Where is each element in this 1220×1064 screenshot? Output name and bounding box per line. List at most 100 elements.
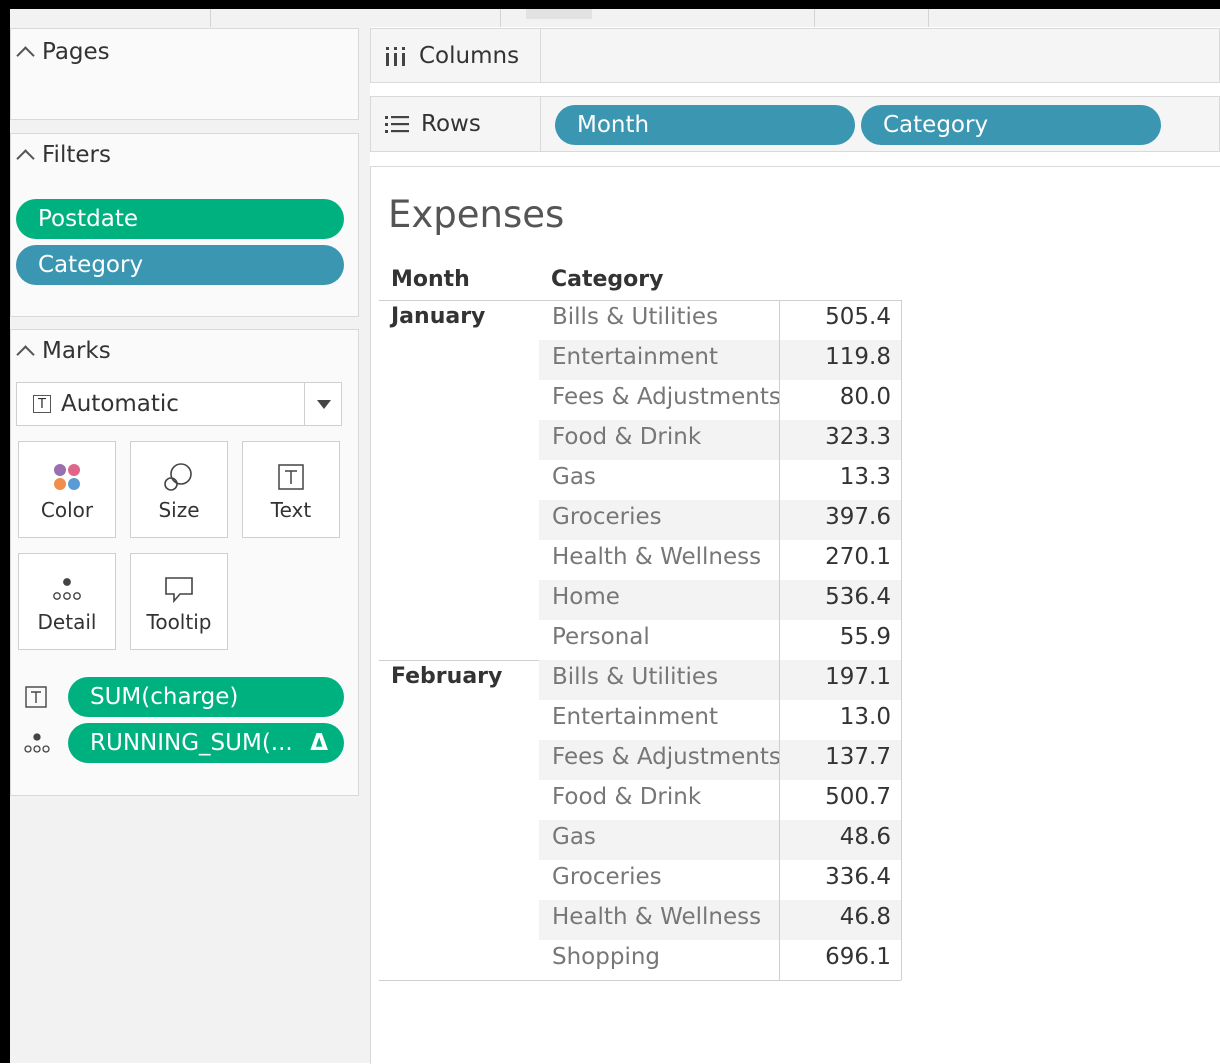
table-row[interactable]: Entertainment 13.0: [539, 700, 901, 740]
dropdown-arrow-icon[interactable]: [317, 399, 331, 409]
pages-title: Pages: [42, 39, 110, 65]
table-row[interactable]: Food & Drink 323.3: [539, 420, 901, 460]
category-cell[interactable]: Gas: [552, 464, 596, 490]
filters-title: Filters: [42, 142, 111, 168]
value-cell[interactable]: 80.0: [840, 384, 891, 410]
table-row[interactable]: Health & Wellness 270.1: [539, 540, 901, 580]
category-cell[interactable]: Fees & Adjustments: [552, 744, 781, 770]
value-cell[interactable]: 13.3: [840, 464, 891, 490]
table-row[interactable]: Groceries 336.4: [539, 860, 901, 900]
value-cell[interactable]: 323.3: [825, 424, 891, 450]
group-divider: [379, 980, 901, 981]
collapse-caret-icon[interactable]: [16, 345, 35, 364]
marks-header[interactable]: Marks: [16, 338, 111, 364]
view-canvas: Expenses Month Category January Bills & U…: [370, 166, 1220, 1064]
value-cell[interactable]: 119.8: [825, 344, 891, 370]
left-pane: Pages Filters Postdate Category Marks: [10, 27, 370, 1063]
detail-icon: [50, 570, 84, 608]
category-cell[interactable]: Gas: [552, 824, 596, 850]
columns-shelf-label: Columns: [371, 29, 541, 82]
value-cell[interactable]: 46.8: [840, 904, 891, 930]
pages-card: Pages: [10, 28, 359, 120]
tooltip-label: Tooltip: [146, 610, 212, 634]
table-row[interactable]: Health & Wellness 46.8: [539, 900, 901, 940]
value-cell[interactable]: 336.4: [825, 864, 891, 890]
text-label: Text: [270, 498, 312, 522]
value-cell[interactable]: 55.9: [840, 624, 891, 650]
color-button[interactable]: Color: [18, 441, 116, 538]
detail-button[interactable]: Detail: [18, 553, 116, 650]
category-cell[interactable]: Entertainment: [552, 704, 718, 730]
table-row[interactable]: Gas 13.3: [539, 460, 901, 500]
value-cell[interactable]: 696.1: [825, 944, 891, 970]
table-row[interactable]: Entertainment 119.8: [539, 340, 901, 380]
pill-label: Category: [883, 112, 989, 138]
rows-pill-month[interactable]: Month: [555, 105, 855, 145]
mark-field-label: SUM(charge): [90, 684, 239, 710]
value-cell[interactable]: 137.7: [825, 744, 891, 770]
table-row[interactable]: Groceries 397.6: [539, 500, 901, 540]
mark-field-sum-charge[interactable]: SUM(charge): [68, 677, 344, 717]
window-frame-top: [0, 0, 1220, 9]
category-cell[interactable]: Health & Wellness: [552, 544, 761, 570]
mark-type-dropdown[interactable]: T Automatic: [16, 382, 342, 426]
category-column-header[interactable]: Category: [551, 267, 663, 292]
value-cell[interactable]: 500.7: [825, 784, 891, 810]
size-button[interactable]: Size: [130, 441, 228, 538]
category-cell[interactable]: Food & Drink: [552, 784, 701, 810]
category-cell[interactable]: Fees & Adjustments: [552, 384, 781, 410]
columns-shelf[interactable]: Columns: [370, 28, 1220, 83]
category-cell[interactable]: Bills & Utilities: [552, 664, 718, 690]
rows-pill-category[interactable]: Category: [861, 105, 1161, 145]
table-calc-delta-icon: Δ: [310, 730, 328, 756]
filter-pill-postdate[interactable]: Postdate: [16, 199, 344, 239]
category-cell[interactable]: Bills & Utilities: [552, 304, 718, 330]
collapse-caret-icon[interactable]: [16, 46, 35, 65]
rows-shelf[interactable]: Rows Month Category: [370, 96, 1220, 152]
mark-field-running-sum[interactable]: RUNNING_SUM(... Δ: [68, 723, 344, 763]
rows-label: Rows: [421, 111, 481, 137]
dropdown-divider: [304, 383, 305, 425]
toolbar-tab[interactable]: [526, 9, 592, 19]
table-row[interactable]: Shopping 696.1: [539, 940, 901, 980]
category-cell[interactable]: Home: [552, 584, 620, 610]
text-button[interactable]: Text: [242, 441, 340, 538]
table-row[interactable]: Personal 55.9: [539, 620, 901, 660]
value-cell[interactable]: 270.1: [825, 544, 891, 570]
value-cell[interactable]: 48.6: [840, 824, 891, 850]
tooltip-button[interactable]: Tooltip: [130, 553, 228, 650]
month-label[interactable]: January: [391, 304, 485, 329]
table-row[interactable]: Bills & Utilities 197.1: [539, 660, 901, 700]
rows-icon: [385, 114, 409, 134]
collapse-caret-icon[interactable]: [16, 149, 35, 168]
category-cell[interactable]: Entertainment: [552, 344, 718, 370]
filter-pill-category[interactable]: Category: [16, 245, 344, 285]
category-cell[interactable]: Groceries: [552, 864, 662, 890]
table-row[interactable]: Gas 48.6: [539, 820, 901, 860]
category-cell[interactable]: Personal: [552, 624, 650, 650]
filter-label: Category: [38, 252, 144, 278]
category-cell[interactable]: Groceries: [552, 504, 662, 530]
table-row[interactable]: Home 536.4: [539, 580, 901, 620]
value-cell[interactable]: 536.4: [825, 584, 891, 610]
month-label[interactable]: February: [391, 664, 502, 689]
table-row[interactable]: Bills & Utilities 505.4: [539, 300, 901, 340]
table-top-border: [379, 300, 901, 301]
value-cell[interactable]: 505.4: [825, 304, 891, 330]
columns-label: Columns: [419, 42, 520, 69]
table-row[interactable]: Food & Drink 500.7: [539, 780, 901, 820]
toolbar-strip: [10, 9, 1220, 27]
value-cell[interactable]: 397.6: [825, 504, 891, 530]
filters-card: Filters Postdate Category: [10, 133, 359, 317]
table-row[interactable]: Fees & Adjustments 80.0: [539, 380, 901, 420]
month-column-header[interactable]: Month: [391, 267, 470, 292]
pages-header[interactable]: Pages: [16, 39, 110, 65]
value-cell[interactable]: 197.1: [825, 664, 891, 690]
filters-header[interactable]: Filters: [16, 142, 111, 168]
table-row[interactable]: Fees & Adjustments 137.7: [539, 740, 901, 780]
value-cell[interactable]: 13.0: [840, 704, 891, 730]
category-cell[interactable]: Food & Drink: [552, 424, 701, 450]
category-cell[interactable]: Health & Wellness: [552, 904, 761, 930]
pill-label: Month: [577, 112, 650, 138]
category-cell[interactable]: Shopping: [552, 944, 660, 970]
